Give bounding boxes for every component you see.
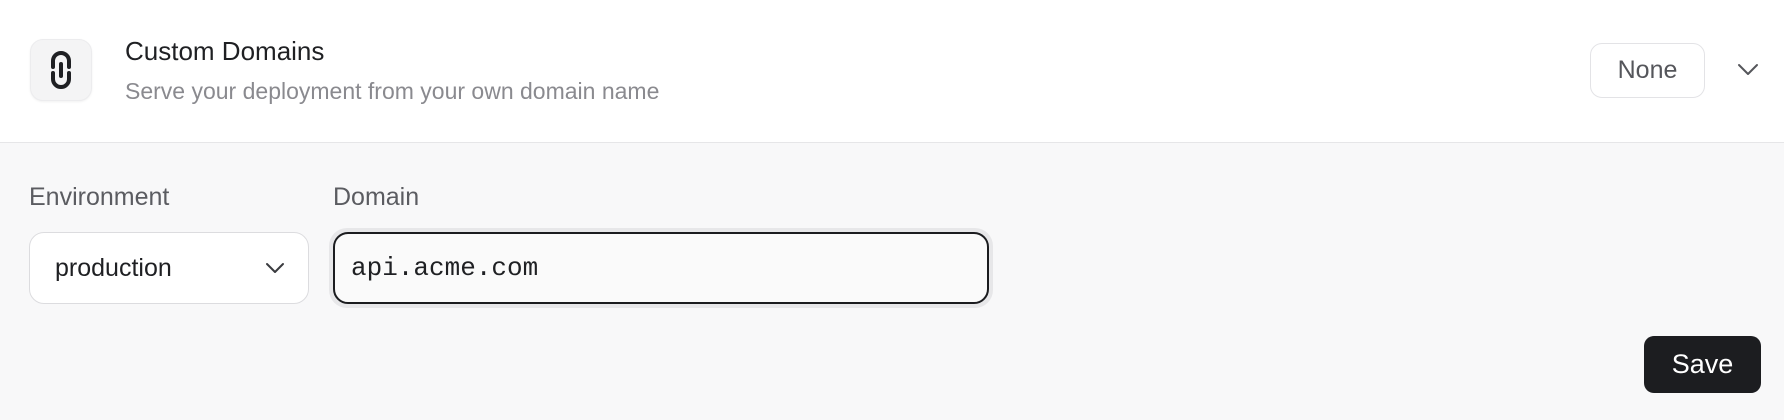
environment-selected-value: production xyxy=(55,254,172,282)
domain-label: Domain xyxy=(333,183,420,211)
section-title: Custom Domains xyxy=(125,36,325,66)
chevron-down-icon xyxy=(264,257,286,279)
save-button[interactable]: Save xyxy=(1644,336,1761,393)
domain-input[interactable] xyxy=(333,232,989,304)
custom-domains-card: Custom Domains Serve your deployment fro… xyxy=(0,0,1784,420)
status-badge: None xyxy=(1590,43,1705,98)
environment-label: Environment xyxy=(29,183,170,211)
domain-form: Environment Domain production Save xyxy=(0,143,1784,420)
link-icon xyxy=(30,39,92,101)
environment-select[interactable]: production xyxy=(29,232,309,304)
card-header[interactable]: Custom Domains Serve your deployment fro… xyxy=(0,0,1784,143)
chevron-down-icon[interactable] xyxy=(1736,58,1760,82)
section-description: Serve your deployment from your own doma… xyxy=(125,78,660,104)
